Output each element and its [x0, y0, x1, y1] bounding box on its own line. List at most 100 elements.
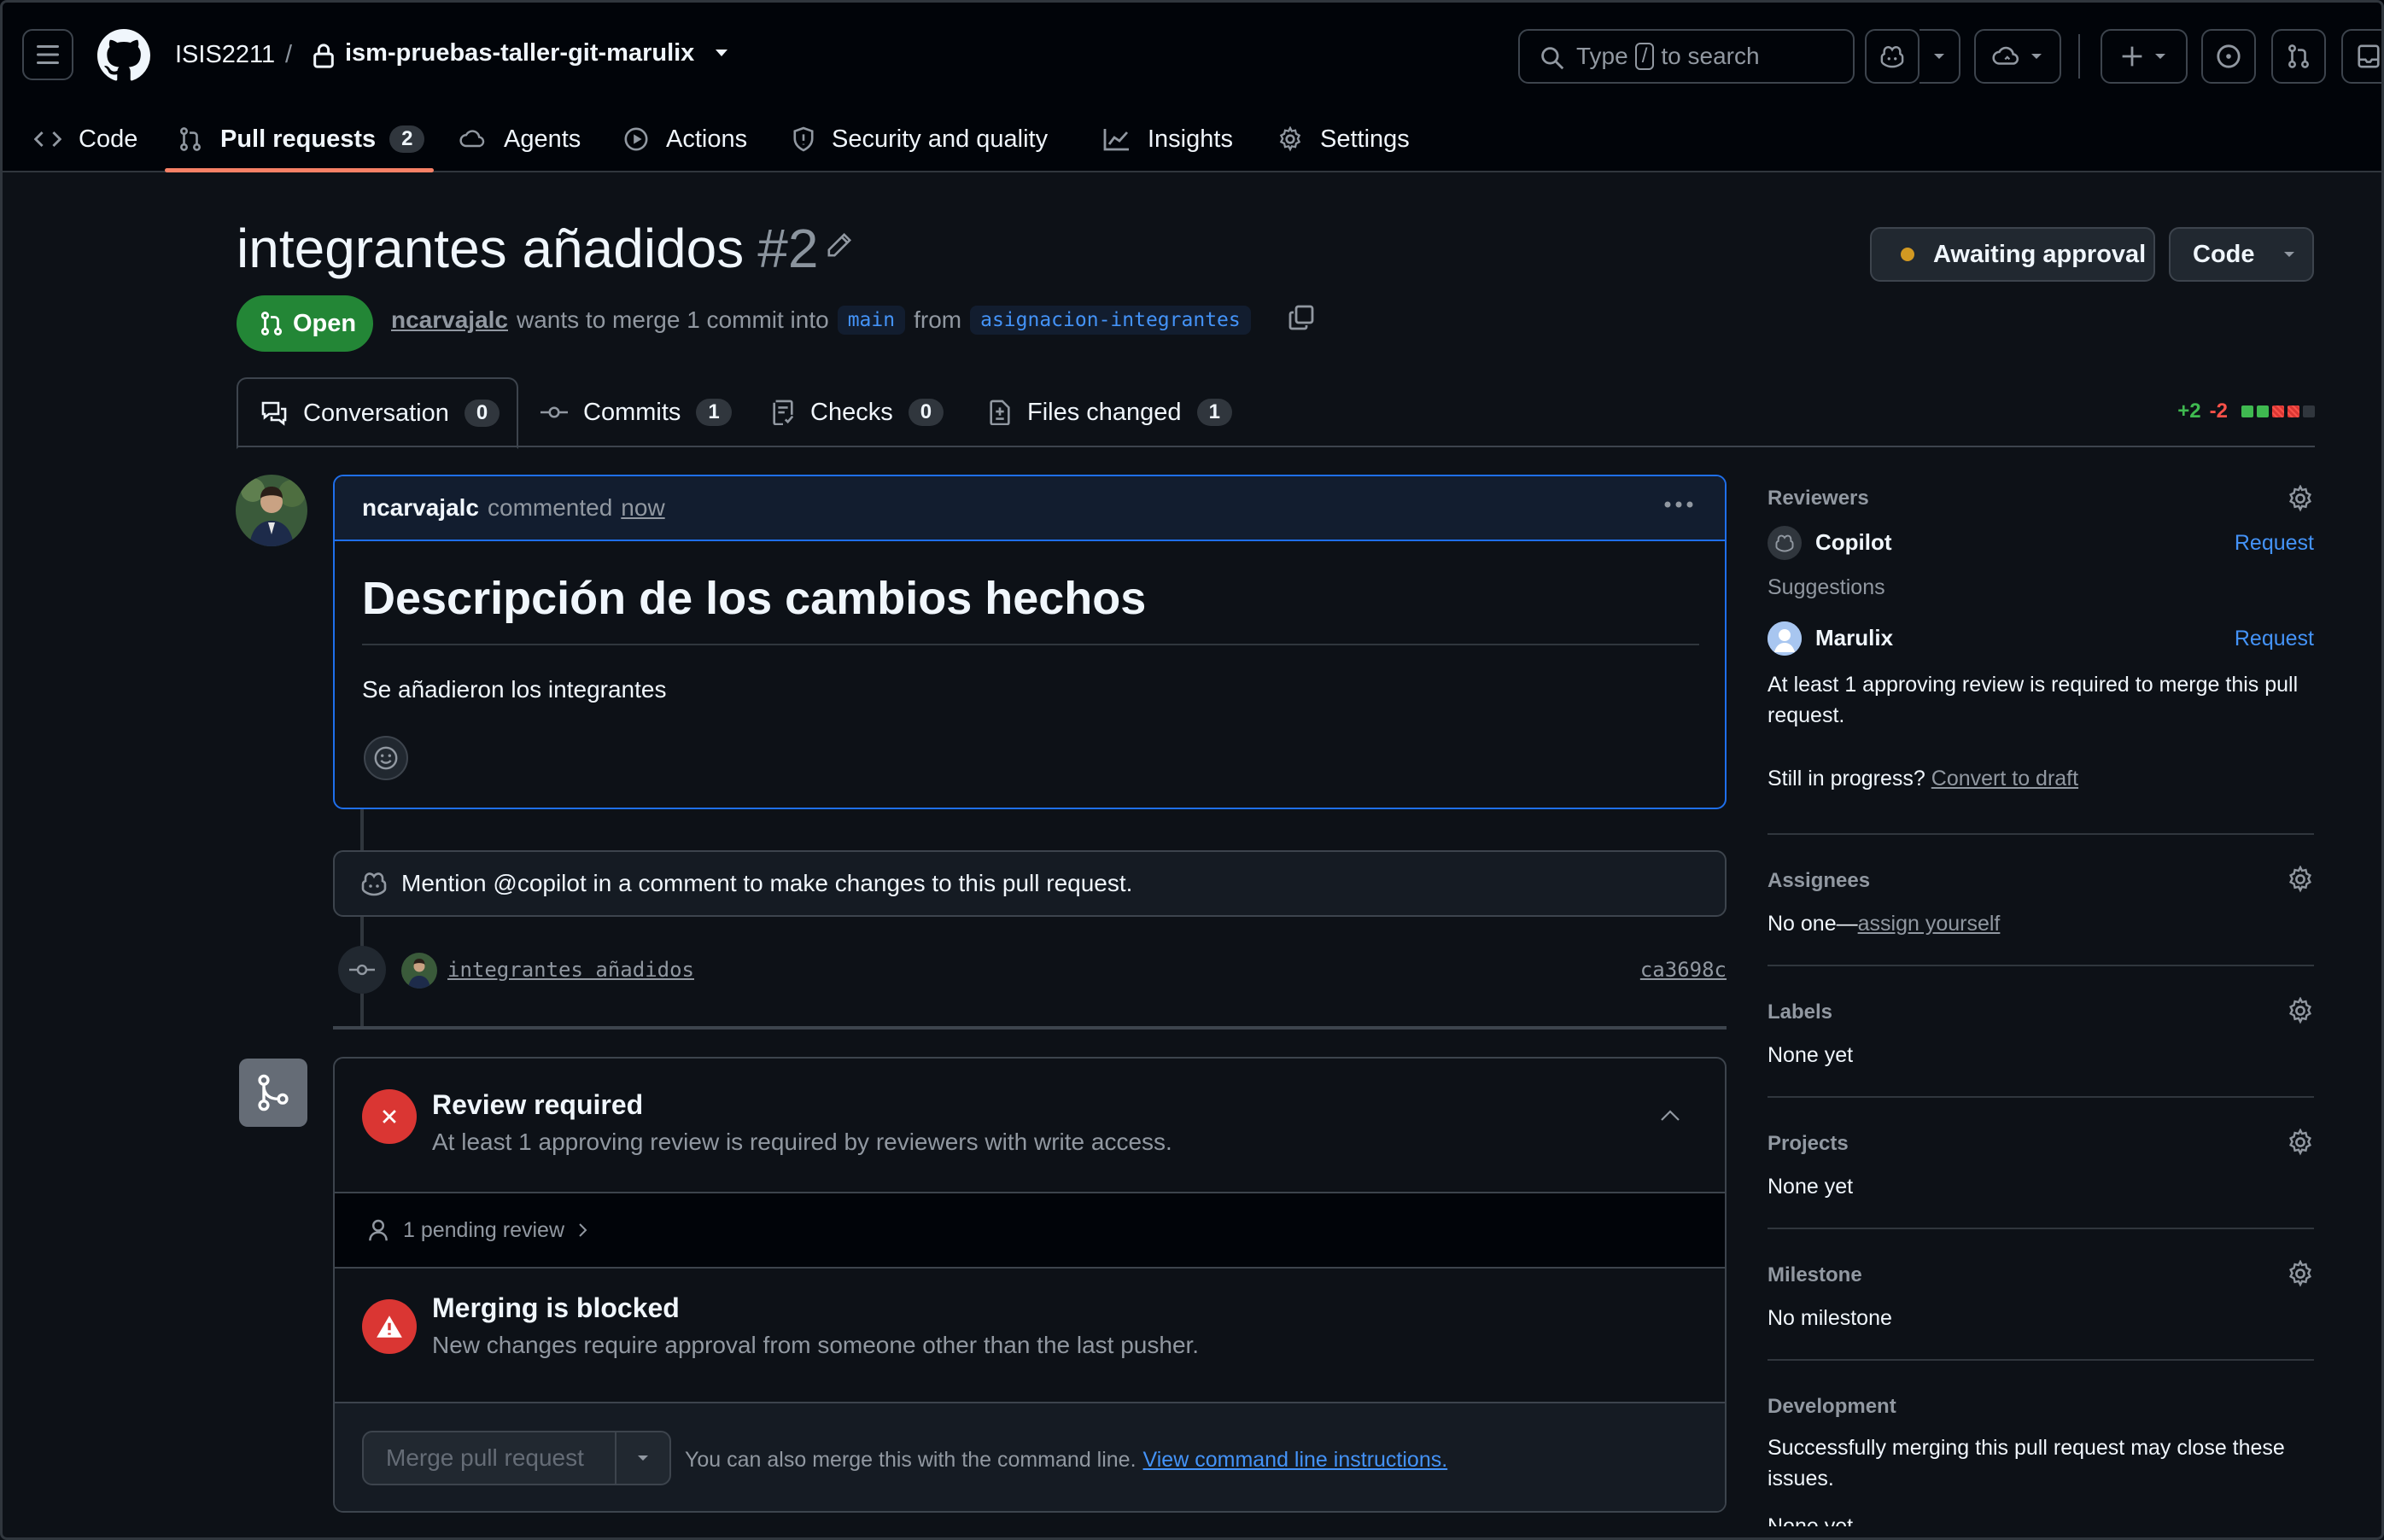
commit-sha-link[interactable]: ca3698c [1640, 958, 1727, 982]
gear-icon[interactable] [2287, 866, 2314, 893]
code-dropdown-button[interactable]: Code [2169, 227, 2314, 282]
development-title: Development [1768, 1395, 1896, 1418]
lock-icon [313, 44, 334, 68]
chevron-up-icon[interactable] [1660, 1110, 1680, 1122]
diffstat-block [2257, 405, 2269, 417]
issues-button[interactable] [2201, 29, 2256, 84]
pr-author-link[interactable]: ncarvajalc [391, 306, 508, 334]
pr-state-label: Open [293, 309, 357, 337]
conversation-count: 0 [464, 400, 500, 427]
search-input[interactable]: Type / to search [1518, 29, 1855, 84]
author-avatar[interactable] [236, 475, 307, 546]
copilot-icon [1880, 46, 1904, 68]
tab-files-changed[interactable]: Files changed 1 [988, 377, 1232, 447]
gear-icon[interactable] [2287, 1129, 2314, 1156]
tab-files-changed-label: Files changed [1027, 398, 1182, 426]
tab-checks-label: Checks [810, 398, 893, 426]
tab-conversation-label: Conversation [303, 399, 449, 427]
commit-message-link[interactable]: integrantes añadidos [447, 958, 694, 982]
tab-actions[interactable]: Actions [623, 106, 747, 172]
assign-yourself-link[interactable]: assign yourself [1858, 912, 2001, 936]
reviewer-copilot[interactable]: Copilot [1815, 529, 1892, 556]
pr-number: #2 [757, 218, 819, 279]
triangle-down-icon [2155, 54, 2165, 59]
repo-owner-link[interactable]: ISIS2211 [175, 41, 275, 69]
head-branch[interactable]: asignacion-integrantes [970, 306, 1251, 335]
comment-timestamp[interactable]: now [621, 494, 664, 522]
diffstat-block [2303, 405, 2315, 417]
awaiting-approval-label: Awaiting approval [1933, 240, 2147, 268]
tab-security[interactable]: Security and quality [792, 106, 1048, 172]
kebab-horizontal-icon[interactable] [1663, 500, 1694, 509]
pencil-icon[interactable] [827, 232, 852, 258]
tab-pull-requests[interactable]: Pull requests 2 [178, 106, 425, 172]
tab-insights[interactable]: Insights [1103, 106, 1233, 172]
pr-state-badge: Open [237, 295, 373, 352]
merge-footer: Merge pull request You can also merge th… [335, 1402, 1725, 1511]
repo-name-link[interactable]: ism-pruebas-taller-git-marulix [345, 39, 694, 67]
request-marulix-review-button[interactable]: Request [2235, 627, 2314, 651]
convert-to-draft-link[interactable]: Convert to draft [1931, 767, 2078, 790]
merge-status-icon-box [239, 1059, 307, 1127]
command-line-instructions-link[interactable]: View command line instructions. [1143, 1448, 1448, 1472]
assignees-value: No one—assign yourself [1768, 908, 2000, 939]
projects-title: Projects [1768, 1132, 1849, 1155]
tab-conversation[interactable]: Conversation 0 [237, 377, 518, 449]
github-logo-icon[interactable] [97, 29, 150, 82]
pr-tabs: Conversation 0 Commits 1 Checks 0 Files … [237, 377, 2315, 449]
merge-text: wants to merge 1 commit into [517, 306, 829, 333]
labels-title: Labels [1768, 1000, 1833, 1024]
global-header: ISIS2211 / ism-pruebas-taller-git-maruli… [0, 0, 2384, 172]
merge-method-dropdown[interactable] [616, 1454, 669, 1462]
pending-review-label: 1 pending review [403, 1217, 565, 1242]
commit-icon [349, 964, 375, 976]
checklist-icon [773, 400, 794, 425]
pull-request-icon [2288, 44, 2310, 68]
suggested-reviewer-marulix[interactable]: Marulix [1815, 625, 1893, 651]
tab-agents[interactable]: Agents [459, 106, 581, 172]
tab-settings[interactable]: Settings [1277, 106, 1410, 172]
create-new-button[interactable] [2101, 29, 2188, 84]
play-icon [624, 127, 648, 151]
development-issues-value: None yet [1768, 1514, 1854, 1526]
tab-code-label: Code [79, 125, 138, 153]
diffstat: +2 -2 [2177, 400, 2315, 423]
pull-requests-button[interactable] [2271, 29, 2326, 84]
comment-author-link[interactable]: ncarvajalc [362, 494, 479, 522]
copy-icon[interactable] [1288, 304, 1315, 331]
header-divider [2078, 34, 2080, 79]
active-tab-indicator [165, 168, 434, 172]
tab-checks[interactable]: Checks 0 [771, 377, 944, 447]
base-branch[interactable]: main [837, 306, 906, 335]
copilot-dropdown[interactable] [1919, 29, 1960, 84]
tab-actions-label: Actions [666, 125, 748, 153]
menu-button[interactable] [22, 29, 73, 80]
commit-row: integrantes añadidos ca3698c [338, 946, 1727, 997]
no-assignee-text: No one— [1768, 912, 1858, 936]
agents-dropdown-button[interactable] [1974, 29, 2061, 84]
shield-icon [793, 126, 814, 152]
commit-author-avatar[interactable] [401, 953, 437, 989]
gear-icon[interactable] [2287, 1260, 2314, 1287]
copilot-icon [361, 872, 387, 896]
tab-code[interactable]: Code [34, 106, 137, 172]
tab-commits[interactable]: Commits 1 [540, 377, 732, 447]
gear-icon[interactable] [2287, 485, 2314, 512]
chevron-down-icon[interactable] [714, 48, 729, 58]
alert-icon [377, 1315, 402, 1338]
request-copilot-review-button[interactable]: Request [2235, 531, 2314, 556]
merge-blocked-title: Merging is blocked [432, 1292, 680, 1323]
agents-icon [459, 130, 485, 148]
comment-discussion-icon [261, 401, 287, 426]
copilot-avatar [1768, 526, 1802, 560]
graph-icon [1103, 129, 1129, 151]
add-reaction-button[interactable] [364, 736, 408, 780]
inbox-button[interactable] [2341, 29, 2384, 84]
merge-pull-request-button[interactable]: Merge pull request [362, 1431, 671, 1485]
copilot-button[interactable] [1865, 29, 1919, 84]
gear-icon[interactable] [2287, 997, 2314, 1024]
checks-count: 0 [908, 399, 944, 426]
merge-blocked-subtitle: New changes require approval from someon… [432, 1332, 1200, 1358]
awaiting-approval-button[interactable]: Awaiting approval [1870, 227, 2155, 282]
pending-review-row[interactable]: 1 pending review [335, 1192, 1725, 1269]
